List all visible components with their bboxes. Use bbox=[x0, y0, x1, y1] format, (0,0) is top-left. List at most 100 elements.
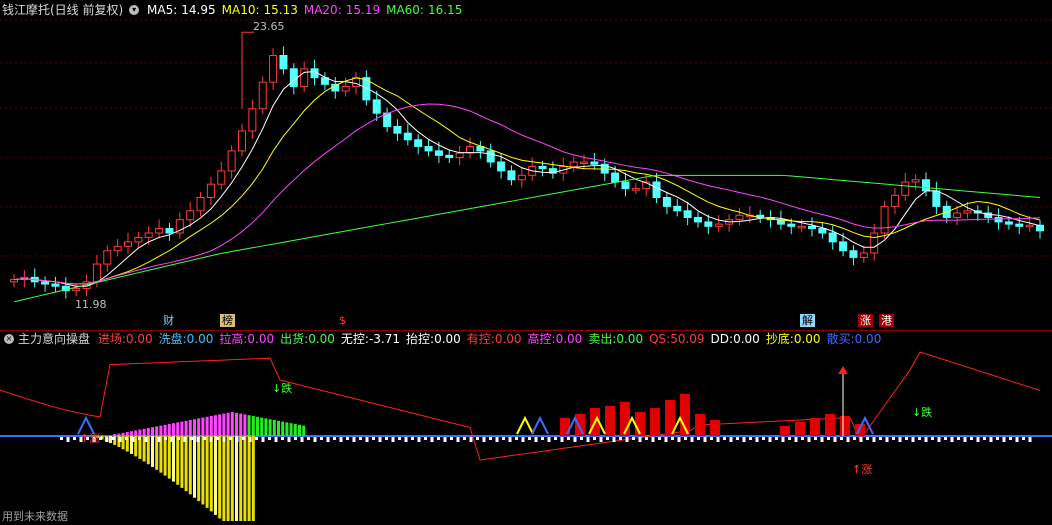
candle-body bbox=[1004, 221, 1013, 225]
tick-bar bbox=[112, 437, 115, 440]
stock-title: 钱江摩托(日线 前复权) bbox=[2, 3, 124, 17]
tick-bar bbox=[788, 437, 791, 440]
momentum-bar bbox=[302, 425, 306, 436]
close-icon[interactable]: × bbox=[4, 333, 14, 344]
tick-bar bbox=[151, 437, 154, 440]
candle-body bbox=[694, 216, 702, 223]
event-tag[interactable]: 涨 bbox=[858, 314, 873, 327]
tick-bar bbox=[378, 437, 382, 442]
sub-header: × 主力意向操盘 进场:0.00 洗盘:0.00 拉高:0.00 出货:0.00 无控:-… bbox=[2, 331, 891, 347]
chart-window: 钱江摩托(日线 前复权) ▾ MA5: 14.95 MA10: 15.13 MA20: 15… bbox=[0, 0, 1052, 525]
momentum-bar bbox=[184, 420, 188, 436]
yellow-bar bbox=[172, 436, 175, 482]
yellow-bar bbox=[184, 436, 188, 492]
ma-item: MA10: bbox=[221, 3, 260, 17]
momentum-bar bbox=[172, 423, 175, 436]
tick-bar bbox=[242, 437, 245, 440]
candle-body bbox=[714, 223, 723, 227]
main-header: 钱江摩托(日线 前复权) ▾ MA5: 14.95 MA10: 15.13 MA20: 15… bbox=[2, 2, 472, 18]
tick-bar bbox=[372, 437, 375, 440]
momentum-bar bbox=[142, 428, 146, 436]
yellow-bar bbox=[230, 436, 234, 521]
event-tag[interactable]: 港 bbox=[879, 314, 894, 327]
candle-body bbox=[953, 212, 962, 218]
price-chart[interactable] bbox=[0, 0, 1052, 525]
indicator-item: DD: bbox=[710, 332, 734, 346]
candle-body bbox=[196, 197, 205, 212]
momentum-bar bbox=[289, 423, 293, 436]
indicator-item: 卖出: bbox=[588, 332, 617, 346]
tick-bar bbox=[320, 437, 323, 440]
tick-bar bbox=[333, 437, 336, 440]
yellow-bar bbox=[201, 436, 205, 505]
yellow-bar bbox=[251, 436, 255, 521]
ma10-line bbox=[13, 77, 1041, 285]
tick-bar bbox=[619, 437, 622, 440]
tick-bar bbox=[690, 437, 694, 442]
candle-body bbox=[403, 132, 412, 141]
candle-body bbox=[1036, 224, 1044, 232]
tick-bar bbox=[216, 437, 219, 440]
candle-body bbox=[911, 179, 920, 183]
tick-bar bbox=[664, 437, 668, 442]
momentum-bar bbox=[268, 419, 272, 436]
tick-bar bbox=[658, 437, 661, 440]
indicator-item: 无控: bbox=[340, 332, 369, 346]
red-bar bbox=[560, 418, 570, 436]
momentum-bar bbox=[243, 414, 247, 436]
tick-bar bbox=[352, 437, 356, 442]
momentum-bar bbox=[138, 429, 142, 436]
ma-legend: MA5: 14.95 MA10: 15.13 MA20: 15.19 MA60: 16.15 bbox=[147, 3, 468, 17]
yellow-bar bbox=[121, 436, 125, 450]
dropdown-icon[interactable]: ▾ bbox=[129, 4, 140, 15]
candle-body bbox=[217, 170, 226, 185]
event-tag[interactable]: 解 bbox=[800, 314, 815, 327]
tick-bar bbox=[885, 437, 889, 442]
tick-bar bbox=[515, 437, 518, 440]
tick-bar bbox=[1022, 437, 1025, 440]
tick-bar bbox=[463, 437, 466, 440]
event-tag[interactable]: 榜 bbox=[220, 314, 235, 327]
red-bar bbox=[810, 418, 820, 436]
tick-bar bbox=[586, 437, 590, 442]
signal-annotation: ↑涨 bbox=[80, 432, 101, 445]
tick-bar bbox=[924, 437, 928, 442]
tick-bar bbox=[450, 437, 453, 440]
candle-body bbox=[238, 130, 246, 152]
candle-body bbox=[434, 150, 443, 156]
event-tag[interactable]: $ bbox=[337, 314, 348, 327]
candle-body bbox=[890, 194, 899, 207]
tick-bar bbox=[183, 437, 187, 442]
tick-bar bbox=[430, 437, 434, 442]
tick-bar bbox=[489, 437, 492, 440]
momentum-bar bbox=[264, 418, 268, 436]
candle-body bbox=[300, 68, 309, 88]
event-tag[interactable]: 财 bbox=[161, 314, 176, 327]
candle-body bbox=[507, 170, 516, 181]
tick-bar bbox=[1009, 437, 1012, 440]
momentum-bar bbox=[285, 422, 289, 436]
indicator-item: QS: bbox=[649, 332, 671, 346]
red-bar bbox=[695, 414, 705, 436]
red-bar bbox=[795, 422, 805, 436]
momentum-bar bbox=[193, 419, 196, 436]
candle-body bbox=[258, 81, 267, 110]
tick-bar bbox=[911, 437, 915, 442]
tick-bar bbox=[73, 437, 76, 440]
tick-bar bbox=[671, 437, 674, 440]
candle-body bbox=[289, 68, 298, 88]
momentum-bar bbox=[117, 433, 121, 436]
momentum-bar bbox=[222, 413, 226, 436]
candle-body bbox=[631, 188, 640, 191]
tick-bar bbox=[651, 437, 655, 442]
tick-bar bbox=[476, 437, 479, 440]
yellow-bar bbox=[235, 436, 238, 521]
yellow-bar bbox=[176, 436, 180, 485]
tick-bar bbox=[736, 437, 739, 440]
momentum-bar bbox=[239, 413, 243, 436]
up-arrow-icon bbox=[838, 366, 848, 374]
yellow-bar bbox=[167, 436, 171, 479]
tick-bar bbox=[313, 437, 317, 442]
tick-bar bbox=[398, 437, 401, 440]
tick-bar bbox=[443, 437, 447, 442]
